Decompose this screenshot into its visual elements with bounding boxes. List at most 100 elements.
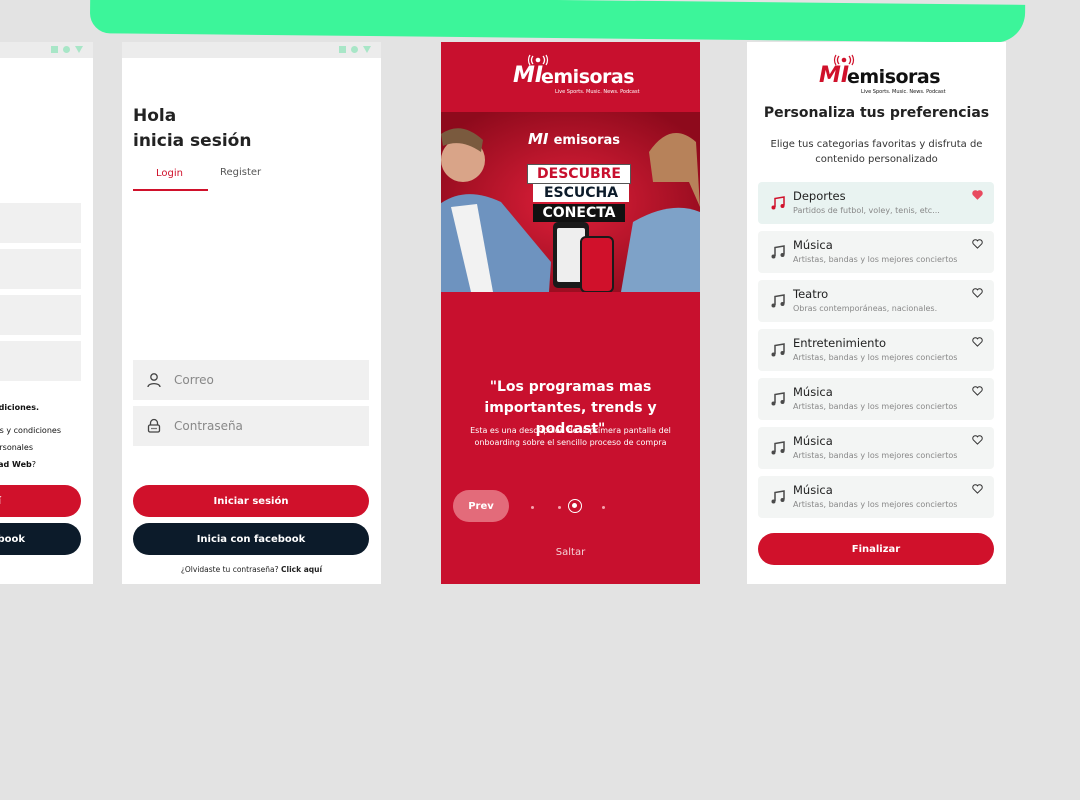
music-note-icon [771, 392, 785, 406]
category-item[interactable]: Música Artistas, bandas y los mejores con… [758, 476, 994, 518]
tab-login-underline [133, 189, 208, 191]
category-item[interactable]: Deportes Partidos de futbol, voley, tenis… [758, 182, 994, 224]
logo-text: emisoras [847, 66, 941, 88]
status-bar [0, 42, 93, 58]
heart-icon[interactable] [972, 484, 983, 494]
category-description: Artistas, bandas y los mejores concierto… [793, 500, 958, 509]
pagination-dot-4[interactable] [602, 506, 605, 509]
logo-tagline: Live Sports. Music. News. Podcast [555, 89, 640, 95]
register-button[interactable]: í [0, 485, 81, 517]
category-description: Partidos de futbol, voley, tenis, etc... [793, 206, 940, 215]
register-screen-panel: ndiciones. os y condiciones ersonales da… [0, 42, 93, 584]
brand-logo: MI emisoras Live Sports. Music. News. Po… [513, 54, 640, 98]
password-input[interactable] [172, 418, 356, 434]
greeting-title: Hola [133, 106, 177, 126]
hero-line-1: DESCUBRE [527, 164, 631, 184]
category-description: Artistas, bandas y los mejores concierto… [793, 353, 958, 362]
preferences-screen-panel: MI emisoras Live Sports. Music. News. Po… [747, 42, 1006, 584]
register-field-2[interactable] [0, 249, 81, 289]
triangle-icon [75, 46, 83, 53]
music-note-icon [771, 294, 785, 308]
password-field[interactable] [133, 406, 369, 446]
hero-logo-text: emisoras [553, 133, 621, 148]
category-name: Música [793, 434, 833, 448]
category-description: Obras contemporáneas, nacionales. [793, 304, 938, 313]
terms-checkbox-label[interactable]: os y condiciones [0, 426, 61, 435]
facebook-login-button[interactable]: Inicia con facebook [133, 523, 369, 555]
category-description: Artistas, bandas y los mejores concierto… [793, 255, 958, 264]
status-bar [122, 42, 381, 58]
heart-icon[interactable] [972, 288, 983, 298]
category-description: Artistas, bandas y los mejores concierto… [793, 451, 958, 460]
category-name: Teatro [793, 287, 829, 301]
category-item[interactable]: Entretenimiento Artistas, bandas y los me… [758, 329, 994, 371]
music-note-icon [771, 441, 785, 455]
heart-icon[interactable] [972, 337, 983, 347]
web-checkbox-label[interactable]: dad Web? [0, 460, 36, 469]
category-name: Música [793, 483, 833, 497]
email-input[interactable] [172, 372, 356, 388]
category-item[interactable]: Música Artistas, bandas y los mejores con… [758, 378, 994, 420]
lock-icon [147, 418, 161, 433]
category-description: Artistas, bandas y los mejores concierto… [793, 402, 958, 411]
web-label-rest: ? [31, 460, 36, 469]
data-checkbox-label[interactable]: ersonales [0, 443, 33, 452]
square-icon [51, 46, 58, 53]
register-field-4[interactable] [0, 341, 81, 381]
email-field[interactable] [133, 360, 369, 400]
skip-link[interactable]: Saltar [441, 547, 700, 558]
brand-logo: MI emisoras Live Sports. Music. News. Po… [819, 54, 946, 98]
heart-icon[interactable] [972, 239, 983, 249]
finish-button[interactable]: Finalizar [758, 533, 994, 565]
forgot-password-row: ¿Olvidaste tu contraseña? Click aquí [122, 565, 381, 574]
music-note-icon [771, 196, 785, 210]
login-screen-panel: Hola inicia sesión Login Register Inicia… [122, 42, 381, 584]
circle-icon [63, 46, 70, 53]
hero-line-3: CONECTA [533, 204, 625, 222]
heart-icon[interactable] [972, 435, 983, 445]
logo-mi: MI [513, 63, 544, 88]
highlight-stroke [89, 0, 1026, 43]
heart-icon[interactable] [972, 190, 983, 200]
onboarding-description: Esta es una descripcion de la primera pa… [470, 426, 671, 447]
terms-heading: ndiciones. [0, 403, 39, 412]
category-item[interactable]: Música Artistas, bandas y los mejores con… [758, 231, 994, 273]
music-note-icon [771, 343, 785, 357]
pagination-dot-2[interactable] [558, 506, 561, 509]
music-note-icon [771, 245, 785, 259]
hero-line-2: ESCUCHA [533, 184, 629, 202]
page-title: Personaliza tus preferencias [763, 105, 990, 121]
forgot-password-text: ¿Olvidaste tu contraseña? [180, 565, 279, 574]
heart-icon[interactable] [972, 386, 983, 396]
register-field-1[interactable] [0, 203, 81, 243]
facebook-register-button[interactable]: book [0, 523, 81, 555]
category-item[interactable]: Teatro Obras contemporáneas, nacionales. [758, 280, 994, 322]
logo-mi: MI [819, 63, 850, 88]
triangle-icon [363, 46, 371, 53]
register-field-3[interactable] [0, 295, 81, 335]
web-label-bold: dad Web [0, 460, 32, 469]
prev-button[interactable]: Prev [453, 490, 509, 522]
login-button[interactable]: Iniciar sesión [133, 485, 369, 517]
onboarding-screen-panel: MI emisoras Live Sports. Music. News. Po… [441, 42, 700, 584]
hero-banner: MI emisoras DESCUBRE ESCUCHA CONECTA [441, 112, 700, 292]
circle-icon [351, 46, 358, 53]
hero-logo: MI emisoras [528, 129, 620, 148]
category-name: Deportes [793, 189, 846, 203]
category-name: Música [793, 238, 833, 252]
pagination-dot-1[interactable] [531, 506, 534, 509]
square-icon [339, 46, 346, 53]
forgot-password-link[interactable]: Click aquí [281, 565, 322, 574]
page-subtitle: Elige tus categorias favoritas y disfrut… [770, 139, 983, 165]
hero-logo-mi: MI [528, 130, 549, 148]
category-item[interactable]: Música Artistas, bandas y los mejores con… [758, 427, 994, 469]
user-icon [147, 373, 161, 388]
greeting-subtitle: inicia sesión [133, 131, 252, 151]
music-note-icon [771, 490, 785, 504]
category-name: Entretenimiento [793, 336, 886, 350]
tab-login[interactable]: Login [156, 168, 183, 179]
category-name: Música [793, 385, 833, 399]
pagination-dot-active[interactable] [568, 499, 582, 513]
logo-tagline: Live Sports. Music. News. Podcast [861, 89, 946, 95]
tab-register[interactable]: Register [220, 167, 261, 178]
